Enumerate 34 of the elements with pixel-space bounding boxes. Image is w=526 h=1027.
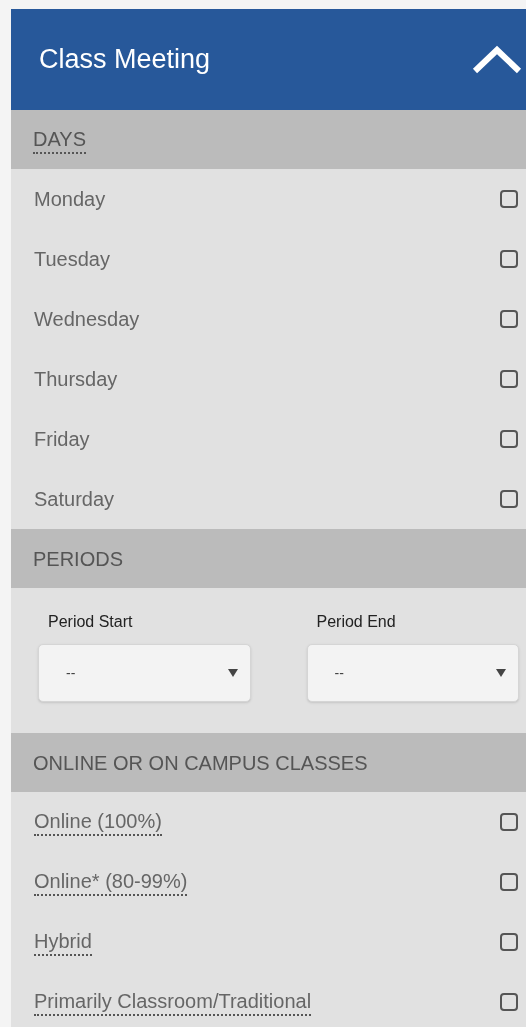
panel-header[interactable]: Class Meeting [11,9,526,110]
checkbox[interactable] [500,873,518,891]
option-label: Primarily Classroom/Traditional [34,988,312,1016]
checkbox[interactable] [500,490,518,508]
select-field[interactable]: -- [38,644,251,702]
dropdown-caret-icon [496,669,506,677]
checkbox[interactable] [500,430,518,448]
option-label: Friday [34,427,90,452]
section-title: PERIODS [33,546,124,572]
option-label: Hybrid [34,928,92,956]
checkbox[interactable] [500,190,518,208]
checkbox[interactable] [500,813,518,831]
select-value: -- [66,663,76,683]
checkbox[interactable] [500,370,518,388]
dropdown-caret-icon [227,669,238,677]
option-label: Online* (80-99%) [34,868,188,896]
panel-title: Class Meeting [39,43,211,77]
checkbox[interactable] [500,310,518,328]
option-label: Monday [34,187,106,212]
option-label: Saturday [34,487,115,512]
section-title: ONLINE OR ON CAMPUS CLASSES [33,750,368,776]
option-label: Thursday [34,367,118,392]
option-label: Tuesday [34,247,110,272]
checkbox[interactable] [500,250,518,268]
field-label: Period End [315,612,397,632]
checkbox[interactable] [500,933,518,951]
option-label: Online (100%) [34,808,162,836]
option-label: Wednesday [34,307,140,332]
select-field[interactable]: -- [306,644,519,702]
field-label: Period Start [47,612,134,632]
select-value: -- [334,663,344,683]
section-title: DAYS [33,125,86,154]
checkbox[interactable] [500,993,518,1011]
chevron-up-icon[interactable] [472,44,522,75]
